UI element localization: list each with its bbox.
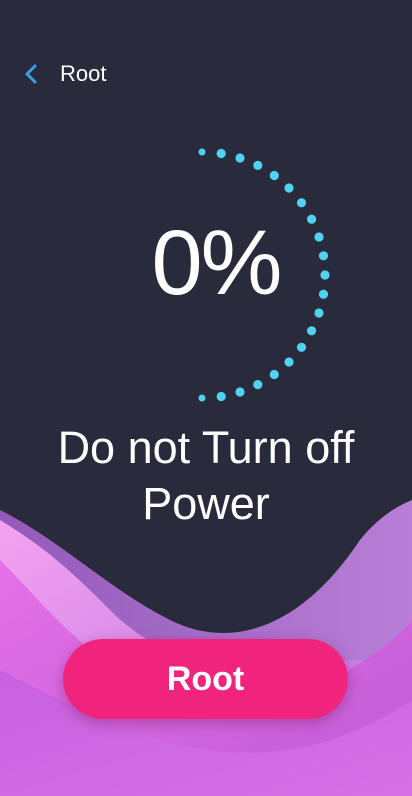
progress-dot [284,357,294,367]
progress-indicator: 0% [0,0,412,420]
root-screen: Root 0% Do not Turn off Power Root [0,0,412,796]
progress-dot [216,391,226,402]
progress-dot [198,148,206,156]
progress-dot [296,342,307,352]
progress-dot [269,369,279,380]
progress-dot [284,183,294,193]
progress-dot [235,153,245,163]
power-warning-line-2: Power [142,478,270,529]
progress-dot [253,160,263,170]
progress-dot [216,148,226,159]
root-button[interactable]: Root [63,639,348,719]
progress-dot [198,394,206,402]
progress-percent: 0% [151,212,283,314]
progress-dot [296,198,307,208]
power-warning: Do not Turn off Power [0,420,412,532]
power-warning-line-1: Do not Turn off [57,422,355,473]
progress-dot [235,387,245,397]
progress-dot [307,326,317,336]
progress-dot [253,380,263,390]
progress-dot [269,170,279,181]
